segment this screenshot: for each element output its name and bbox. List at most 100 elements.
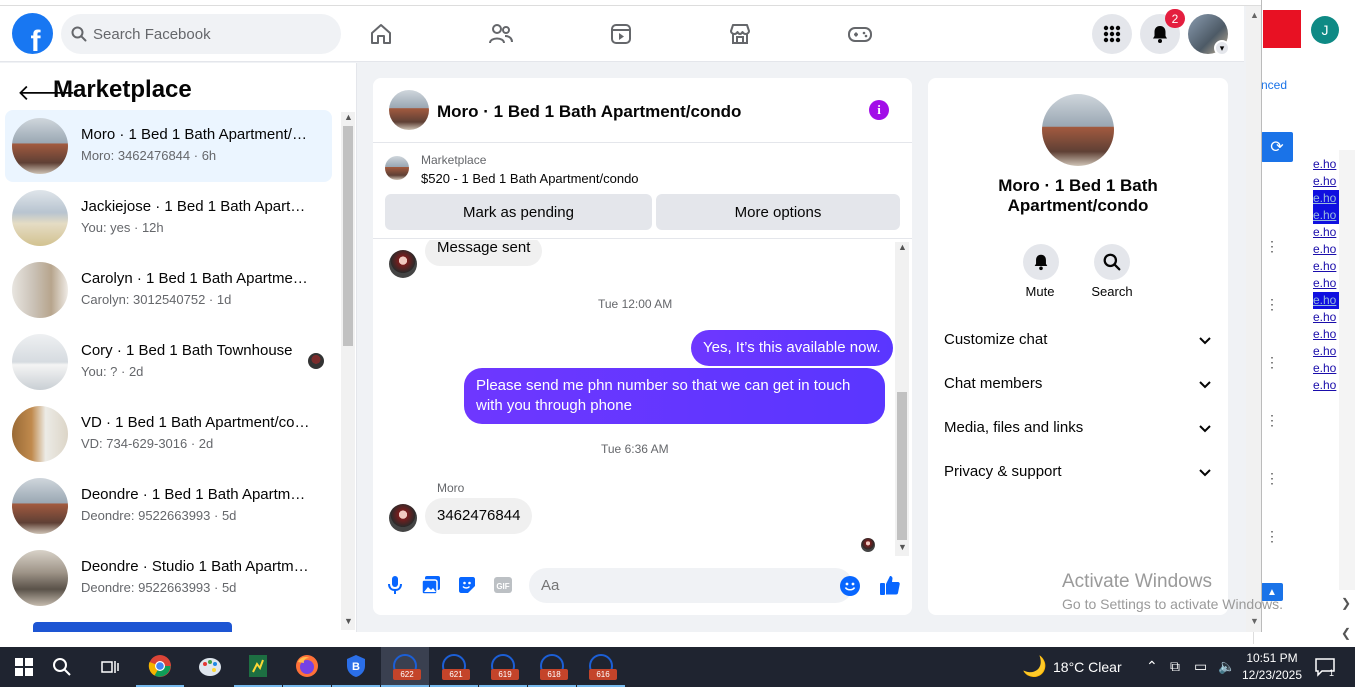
conversation-preview: Deondre: 9522663993 · 5d [81, 508, 237, 523]
chat-members-row[interactable]: Chat members [944, 375, 1214, 397]
more-dots-icon[interactable]: ⋮ [1265, 412, 1279, 429]
scroll-thumb[interactable] [343, 126, 353, 346]
search-icon [1103, 253, 1121, 271]
more-dots-icon[interactable]: ⋮ [1265, 470, 1279, 487]
marketplace-icon[interactable] [726, 18, 754, 50]
conversation-preview: Carolyn: 3012540752 · 1d [81, 292, 232, 307]
divider [373, 238, 912, 239]
scroll-up-icon[interactable]: ▲ [1250, 10, 1259, 20]
facebook-logo-icon[interactable]: f [12, 13, 53, 54]
message-input[interactable] [529, 568, 853, 603]
privacy-support-row[interactable]: Privacy & support [944, 463, 1214, 485]
scroll-up-icon[interactable]: ▲ [344, 112, 353, 122]
chat-title[interactable]: Moro · 1 Bed 1 Bath Apartment/condo [437, 102, 741, 122]
taskbar-search-icon[interactable] [38, 647, 86, 687]
firefox-icon[interactable] [283, 647, 331, 687]
weather-text[interactable]: 18°C Clear [1053, 659, 1122, 675]
scroll-right-icon[interactable]: ❯ [1341, 596, 1351, 610]
paint-icon[interactable] [186, 647, 234, 687]
search-input[interactable] [93, 25, 313, 43]
listing-description[interactable]: $520 - 1 Bed 1 Bath Apartment/condo [421, 171, 639, 186]
home-icon[interactable] [367, 18, 395, 50]
conversation-item[interactable]: Carolyn · 1 Bed 1 Bath Apartment/condo C… [5, 254, 332, 326]
search-box[interactable] [61, 14, 341, 54]
chevron-down-icon[interactable]: ▾ [1214, 40, 1230, 56]
device-icon[interactable]: ⧉ [1170, 658, 1180, 675]
scroll-thumb[interactable] [897, 392, 907, 540]
spreadsheet-app-icon[interactable] [234, 647, 282, 687]
advanced-link[interactable]: nced [1261, 78, 1287, 92]
bg-scrollbar[interactable] [1339, 150, 1355, 590]
menu-grid-button[interactable] [1092, 14, 1132, 54]
refresh-icon[interactable]: ⟳ [1261, 132, 1293, 162]
more-dots-icon[interactable]: ⋮ [1265, 296, 1279, 313]
firefox-profile-window[interactable]: 618 [528, 647, 576, 687]
emoji-icon[interactable] [840, 576, 860, 596]
conversation-item[interactable]: Deondre · Studio 1 Bath Apartment/condo … [5, 542, 332, 614]
chat-scrollbar[interactable]: ▲ ▼ [895, 242, 909, 556]
clock-date[interactable]: 12/23/2025 [1240, 668, 1304, 682]
close-button-bg[interactable] [1263, 10, 1301, 48]
firefox-profile-window[interactable]: 619 [479, 647, 527, 687]
chevron-down-icon [1199, 469, 1211, 477]
mark-as-pending-button[interactable]: Mark as pending [385, 194, 652, 230]
scroll-up-icon[interactable]: ▲ [898, 242, 907, 252]
scroll-down-icon[interactable]: ▼ [898, 542, 907, 552]
info-title: Moro · 1 Bed 1 Bath Apartment/condo [998, 176, 1158, 215]
media-files-links-row[interactable]: Media, files and links [944, 419, 1214, 441]
task-view-icon[interactable] [86, 647, 134, 687]
moon-icon[interactable]: 🌙 [1022, 654, 1047, 679]
conversation-item[interactable]: Cory · 1 Bed 1 Bath Townhouse You: ? · 2… [5, 326, 332, 398]
bell-icon [1153, 26, 1167, 43]
firefox-profile-window[interactable]: 622 [381, 647, 429, 687]
clock-time[interactable]: 10:51 PM [1240, 651, 1304, 665]
conversation-title: VD · 1 Bed 1 Bath Apartment/condo [81, 414, 313, 431]
more-dots-icon[interactable]: ⋮ [1265, 354, 1279, 371]
microphone-icon[interactable] [385, 575, 405, 595]
conversation-item[interactable]: Jackiejose · 1 Bed 1 Bath Apartment/cond… [5, 182, 332, 254]
conversation-preview: You: ? · 2d [81, 364, 144, 379]
svg-text:GIF: GIF [496, 582, 509, 591]
scroll-down-icon[interactable]: ▼ [344, 616, 353, 626]
conversation-item[interactable]: VD · 1 Bed 1 Bath Apartment/condo VD: 73… [5, 398, 332, 470]
firefox-profile-window[interactable]: 616 [577, 647, 625, 687]
thumbs-up-icon[interactable] [879, 574, 901, 596]
more-dots-icon[interactable]: ⋮ [1265, 238, 1279, 255]
sender-avatar [389, 250, 417, 278]
friends-icon[interactable] [487, 18, 515, 50]
volume-icon[interactable]: 🔈 [1218, 658, 1235, 675]
svg-text:B: B [352, 661, 360, 673]
video-icon[interactable] [607, 18, 635, 50]
sidebar-scrollbar[interactable]: ▲ ▼ [341, 112, 355, 630]
listing-thumbnail[interactable] [1042, 94, 1114, 166]
chat-header-thumbnail[interactable] [389, 90, 429, 130]
action-center-icon[interactable]: 1 [1314, 656, 1336, 678]
sticker-icon[interactable] [457, 575, 477, 595]
listing-thumbnail [12, 406, 68, 462]
scroll-left-icon[interactable]: ❮ [1341, 626, 1351, 640]
gif-icon[interactable]: GIF [493, 575, 513, 595]
more-dots-icon[interactable]: ⋮ [1265, 528, 1279, 545]
profile-initial-badge[interactable]: J [1311, 16, 1339, 44]
window-badge: 618 [540, 669, 568, 680]
conversation-item[interactable]: Moro · 1 Bed 1 Bath Apartment/condo Moro… [5, 110, 332, 182]
scroll-down-icon[interactable]: ▼ [1250, 616, 1259, 626]
mute-button[interactable] [1023, 244, 1059, 280]
conversation-preview: Deondre: 9522663993 · 5d [81, 580, 237, 595]
page-scrollbar[interactable]: ▲ ▼ [1246, 6, 1261, 632]
conversation-item[interactable]: Deondre · 1 Bed 1 Bath Apartment/condo D… [5, 470, 332, 542]
firefox-profile-window[interactable]: 621 [430, 647, 478, 687]
customize-chat-row[interactable]: Customize chat [944, 331, 1214, 353]
activate-windows-subtitle: Go to Settings to activate Windows. [1062, 596, 1283, 612]
chrome-icon[interactable] [136, 647, 184, 687]
window-badge: 621 [442, 669, 470, 680]
search-icon [71, 26, 87, 42]
gaming-icon[interactable] [846, 18, 874, 50]
search-conversation-button[interactable] [1094, 244, 1130, 280]
more-options-button[interactable]: More options [656, 194, 900, 230]
network-icon[interactable]: ▭ [1194, 658, 1207, 675]
info-icon[interactable]: i [869, 100, 889, 120]
tray-overflow-icon[interactable]: ⌃ [1146, 658, 1158, 675]
shield-browser-icon[interactable]: B [332, 647, 380, 687]
photo-icon[interactable] [421, 575, 441, 595]
